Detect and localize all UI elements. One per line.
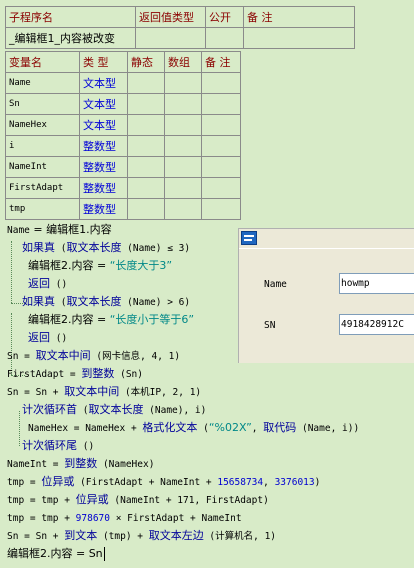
code-line[interactable]: Sn = 取文本中间 (网卡信息, 4, 1) <box>7 347 180 365</box>
text-caret <box>103 547 105 561</box>
code-line[interactable]: FirstAdapt = 到整数 (Sn) <box>7 365 143 383</box>
array-cell[interactable] <box>164 135 202 157</box>
variable-name[interactable]: Name <box>5 72 80 94</box>
remark-cell[interactable] <box>243 27 355 49</box>
variable-row[interactable]: i 整数型 <box>5 135 241 157</box>
static-cell[interactable] <box>127 135 165 157</box>
if-guide-line <box>11 241 12 303</box>
remark-cell[interactable] <box>201 198 241 220</box>
code-line[interactable]: NameHex = NameHex + 格式化文本 (“%02X”, 取代码 (… <box>28 419 359 437</box>
variable-header-row: 变量名 类 型 静态 数组 备 注 <box>5 51 241 73</box>
code-line[interactable]: tmp = tmp + 978670 × FirstAdapt + NameIn… <box>7 509 242 527</box>
variable-name[interactable]: NameInt <box>5 156 80 178</box>
variable-row[interactable]: NameHex 文本型 <box>5 114 241 136</box>
return-type[interactable] <box>135 27 206 49</box>
static-cell[interactable] <box>127 114 165 136</box>
array-cell[interactable] <box>164 114 202 136</box>
variable-row[interactable]: FirstAdapt 整数型 <box>5 177 241 199</box>
static-cell[interactable] <box>127 198 165 220</box>
variable-type[interactable]: 文本型 <box>79 93 128 115</box>
sn-label: SN <box>264 320 276 331</box>
variable-type[interactable]: 文本型 <box>79 114 128 136</box>
code-line[interactable]: Sn = Sn + 到文本 (tmp) + 取文本左边 (计算机名, 1) <box>7 527 276 545</box>
header-subroutine-name: 子程序名 <box>5 6 136 28</box>
variable-name[interactable]: Sn <box>5 93 80 115</box>
code-line[interactable]: tmp = tmp + 位异或 (NameInt + 171, FirstAda… <box>7 491 269 509</box>
remark-cell[interactable] <box>201 114 241 136</box>
variable-type[interactable]: 文本型 <box>79 72 128 94</box>
variable-name[interactable]: i <box>5 135 80 157</box>
variable-row[interactable]: NameInt 整数型 <box>5 156 241 178</box>
remark-cell[interactable] <box>201 135 241 157</box>
header-var-remark: 备 注 <box>201 51 241 73</box>
code-line[interactable]: 计次循环尾 () <box>22 437 94 455</box>
variable-name[interactable]: FirstAdapt <box>5 177 80 199</box>
remark-cell[interactable] <box>201 72 241 94</box>
code-line[interactable]: Name = 编辑框1.内容 <box>7 221 112 239</box>
code-line[interactable]: 编辑框2.内容 = “长度小于等于6” <box>28 311 194 329</box>
variable-type[interactable]: 整数型 <box>79 177 128 199</box>
header-remark: 备 注 <box>243 6 355 28</box>
static-cell[interactable] <box>127 93 165 115</box>
code-line[interactable]: 计次循环首 (取文本长度 (Name), i) <box>22 401 206 419</box>
code-line[interactable]: Sn = Sn + 取文本中间 (本机IP, 2, 1) <box>7 383 201 401</box>
app-window[interactable]: Name howmp SN 4918428912C <box>238 228 414 363</box>
array-cell[interactable] <box>164 198 202 220</box>
code-line[interactable]: NameInt = 到整数 (NameHex) <box>7 455 154 473</box>
variable-table: 变量名 类 型 静态 数组 备 注 Name 文本型 Sn 文本型 NameHe… <box>5 51 241 220</box>
array-cell[interactable] <box>164 93 202 115</box>
variable-name[interactable]: NameHex <box>5 114 80 136</box>
app-icon <box>241 231 257 245</box>
code-line[interactable]: 返回 () <box>28 275 67 293</box>
array-cell[interactable] <box>164 156 202 178</box>
static-cell[interactable] <box>127 156 165 178</box>
array-cell[interactable] <box>164 72 202 94</box>
array-cell[interactable] <box>164 177 202 199</box>
remark-cell[interactable] <box>201 177 241 199</box>
loop-guide-line <box>19 411 20 446</box>
variable-type[interactable]: 整数型 <box>79 135 128 157</box>
variable-row[interactable]: tmp 整数型 <box>5 198 241 220</box>
remark-cell[interactable] <box>201 156 241 178</box>
name-input[interactable]: howmp <box>339 273 414 294</box>
header-var-name: 变量名 <box>5 51 80 73</box>
subroutine-name[interactable]: _编辑框1_内容被改变 <box>5 27 136 49</box>
window-titlebar[interactable] <box>239 229 414 248</box>
subroutine-row[interactable]: _编辑框1_内容被改变 <box>5 27 355 49</box>
code-line[interactable]: 返回 () <box>28 329 67 347</box>
code-line[interactable]: tmp = 位异或 (FirstAdapt + NameInt + 156587… <box>7 473 320 491</box>
sn-field[interactable]: 4918428912C <box>339 314 414 335</box>
titlebar-separator <box>239 248 414 249</box>
static-cell[interactable] <box>127 177 165 199</box>
header-static: 静态 <box>127 51 165 73</box>
code-line[interactable]: 如果真 (取文本长度 (Name) > 6) <box>22 293 190 311</box>
public-cell[interactable] <box>205 27 244 49</box>
variable-name[interactable]: tmp <box>5 198 80 220</box>
code-line[interactable]: 如果真 (取文本长度 (Name) ≤ 3) <box>22 239 190 257</box>
variable-type[interactable]: 整数型 <box>79 156 128 178</box>
variable-row[interactable]: Name 文本型 <box>5 72 241 94</box>
header-array: 数组 <box>164 51 202 73</box>
subroutine-header-row: 子程序名 返回值类型 公开 备 注 <box>5 6 355 28</box>
code-line[interactable]: 编辑框2.内容 = Sn <box>7 545 105 563</box>
name-label: Name <box>264 279 287 290</box>
header-public: 公开 <box>205 6 244 28</box>
variable-row[interactable]: Sn 文本型 <box>5 93 241 115</box>
header-return-type: 返回值类型 <box>135 6 206 28</box>
subroutine-table: 子程序名 返回值类型 公开 备 注 _编辑框1_内容被改变 <box>5 6 355 49</box>
code-line[interactable]: 编辑框2.内容 = “长度大于3” <box>28 257 172 275</box>
remark-cell[interactable] <box>201 93 241 115</box>
variable-type[interactable]: 整数型 <box>79 198 128 220</box>
header-var-type: 类 型 <box>79 51 128 73</box>
static-cell[interactable] <box>127 72 165 94</box>
